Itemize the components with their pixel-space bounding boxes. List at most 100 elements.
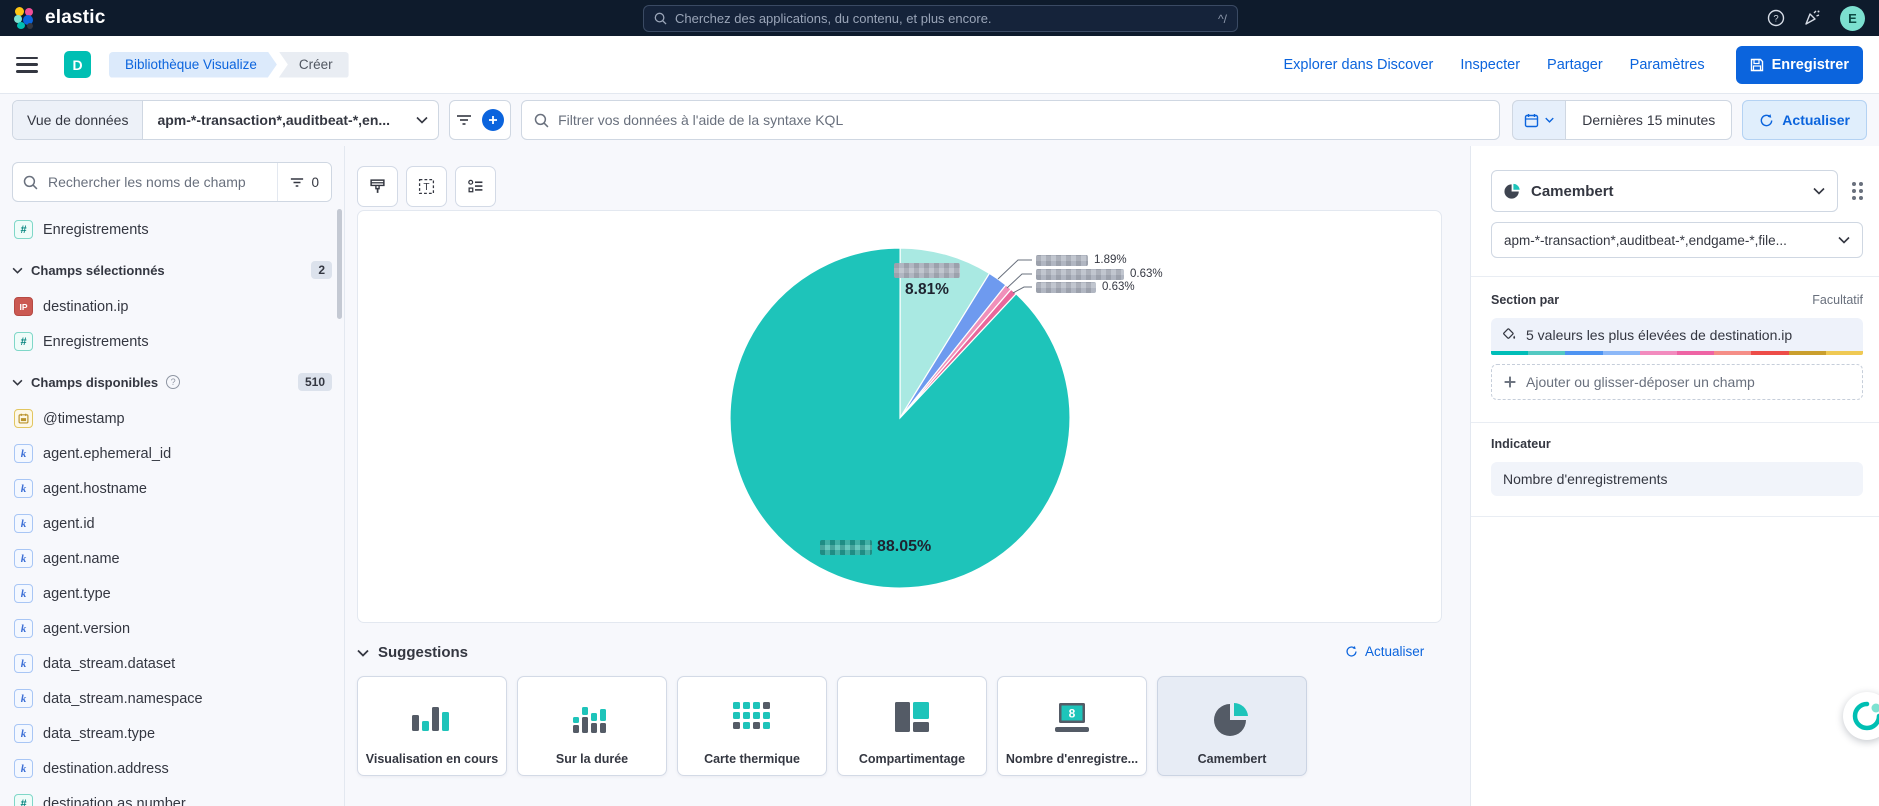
svg-text:8: 8	[1069, 707, 1076, 721]
help-icon[interactable]: ?	[1767, 9, 1785, 27]
field-item-destination.address[interactable]: kdestination.address	[12, 751, 332, 786]
number-field-icon: #	[14, 220, 33, 239]
pie-callout-1: 1.89%	[1036, 254, 1127, 266]
suggestion-cards: Visualisation en cours Sur la durée Cart…	[357, 676, 1307, 776]
keyword-field-icon: k	[14, 549, 33, 568]
suggestion-heatmap[interactable]: Carte thermique	[677, 676, 827, 776]
field-item-Enregistrements[interactable]: #Enregistrements	[12, 324, 332, 359]
field-item-agent.version[interactable]: kagent.version	[12, 611, 332, 646]
breadcrumb-visualize-library[interactable]: Bibliothèque Visualize	[109, 52, 277, 78]
breadcrumb: Bibliothèque Visualize Créer	[109, 52, 349, 78]
suggestions-refresh-link[interactable]: Actualiser	[1345, 644, 1424, 659]
breadcrumb-create: Créer	[279, 52, 349, 78]
chart-type-select[interactable]: Camembert	[1491, 170, 1838, 212]
user-avatar[interactable]: E	[1840, 6, 1865, 31]
time-range-button[interactable]: Dernières 15 minutes	[1566, 100, 1732, 140]
suggestion-metric[interactable]: 8 Nombre d'enregistre...	[997, 676, 1147, 776]
field-item-destination.as.number[interactable]: #destination.as.number	[12, 786, 332, 806]
dataview-picker[interactable]: Vue de données apm-*-transaction*,auditb…	[12, 100, 439, 140]
appearance-toolbar-button[interactable]	[357, 166, 398, 207]
dataview-picker-label: Vue de données	[13, 101, 143, 139]
add-field-label: Ajouter ou glisser-déposer un champ	[1526, 374, 1755, 390]
menu-icon[interactable]	[16, 57, 38, 73]
dimension-chip-group: 5 valeurs les plus élevées de destinatio…	[1491, 318, 1863, 355]
dataview-picker-value: apm-*-transaction*,auditbeat-*,en...	[157, 112, 390, 128]
redacted-ip-label	[1036, 269, 1124, 280]
field-item-destination.ip[interactable]: IPdestination.ip	[12, 289, 332, 324]
field-item-agent.hostname[interactable]: kagent.hostname	[12, 471, 332, 506]
suggestion-current-visualization[interactable]: Visualisation en cours	[357, 676, 507, 776]
refresh-button[interactable]: Actualiser	[1742, 100, 1867, 140]
number-field-icon: #	[14, 332, 33, 351]
settings-link[interactable]: Paramètres	[1630, 57, 1705, 73]
dimension-label: 5 valeurs les plus élevées de destinatio…	[1526, 327, 1792, 343]
search-shortcut-hint: ^/	[1218, 12, 1227, 26]
suggestion-over-time[interactable]: Sur la durée	[517, 676, 667, 776]
elastic-logo-icon	[14, 7, 36, 29]
filter-icon	[290, 177, 304, 188]
chart-type-value: Camembert	[1531, 183, 1803, 200]
field-item-@timestamp[interactable]: @timestamp	[12, 401, 332, 436]
pie-chart-icon	[1504, 183, 1521, 200]
field-item-data_stream.type[interactable]: kdata_stream.type	[12, 716, 332, 751]
refresh-button-label: Actualiser	[1782, 112, 1850, 128]
field-count-badge: 510	[298, 373, 332, 391]
save-button[interactable]: Enregistrer	[1736, 46, 1863, 84]
field-section-Champs disponibles[interactable]: Champs disponibles?510	[12, 363, 332, 401]
add-filter-button[interactable]	[482, 109, 504, 131]
refresh-icon	[1759, 113, 1774, 128]
date-field-icon	[14, 409, 33, 428]
kql-query-input[interactable]	[558, 112, 1487, 128]
dimension-top-values-destination-ip[interactable]: 5 valeurs les plus élevées de destinatio…	[1491, 318, 1863, 351]
filter-icon[interactable]	[456, 114, 472, 126]
save-icon	[1750, 58, 1764, 72]
legend-toolbar-button[interactable]	[455, 166, 496, 207]
field-type-filter-button[interactable]: 0	[277, 163, 331, 201]
suggestions-toggle[interactable]: Suggestions	[357, 644, 468, 661]
metric-count-of-records[interactable]: Nombre d'enregistrements	[1491, 462, 1863, 496]
field-item-agent.name[interactable]: kagent.name	[12, 541, 332, 576]
treemap-icon	[894, 701, 930, 735]
elastic-assistant-icon	[1852, 701, 1879, 731]
app-badge[interactable]: D	[64, 51, 91, 78]
kql-query-input-wrap	[521, 100, 1500, 140]
field-item-agent.type[interactable]: kagent.type	[12, 576, 332, 611]
global-search[interactable]: ^/	[643, 5, 1238, 32]
metric-icon: 8	[1051, 701, 1093, 737]
field-section-Champs sélectionnés[interactable]: Champs sélectionnés2	[12, 251, 332, 289]
field-item-data_stream.dataset[interactable]: kdata_stream.dataset	[12, 646, 332, 681]
redacted-ip-label	[1036, 255, 1088, 266]
layer-actions-icon[interactable]	[1852, 182, 1863, 200]
suggestion-pie[interactable]: Camembert	[1157, 676, 1307, 776]
suggestion-treemap[interactable]: Compartimentage	[837, 676, 987, 776]
field-search-input[interactable]	[44, 174, 277, 190]
chevron-down-icon	[1813, 187, 1825, 195]
newsfeed-icon[interactable]	[1803, 9, 1822, 27]
add-field-drop-target[interactable]: Ajouter ou glisser-déposer un champ	[1491, 364, 1863, 400]
sidebar-scrollbar[interactable]	[337, 209, 342, 319]
keyword-field-icon: k	[14, 689, 33, 708]
share-link[interactable]: Partager	[1547, 57, 1603, 73]
layer-dataview-value: apm-*-transaction*,auditbeat-*,endgame-*…	[1504, 233, 1828, 248]
global-search-input[interactable]	[675, 11, 1210, 26]
pie-slice-4[interactable]	[730, 248, 1070, 588]
explore-in-discover-link[interactable]: Explorer dans Discover	[1283, 57, 1433, 73]
date-picker-button[interactable]	[1512, 100, 1566, 140]
pie-label-slice-1: 88.05%	[820, 538, 931, 556]
field-item-agent.id[interactable]: kagent.id	[12, 506, 332, 541]
redacted-ip-label	[1036, 282, 1096, 293]
time-range-value: Dernières 15 minutes	[1582, 112, 1715, 128]
text-annotation-toolbar-button[interactable]: T	[406, 166, 447, 207]
layer-dataview-select[interactable]: apm-*-transaction*,auditbeat-*,endgame-*…	[1491, 222, 1863, 258]
help-icon: ?	[166, 375, 180, 389]
calendar-icon	[1524, 113, 1539, 128]
inspect-link[interactable]: Inspecter	[1460, 57, 1520, 73]
metric-group-label: Indicateur	[1491, 437, 1551, 451]
query-bar: Vue de données apm-*-transaction*,auditb…	[0, 94, 1879, 146]
elastic-brand[interactable]: elastic	[14, 7, 106, 29]
field-item-data_stream.namespace[interactable]: kdata_stream.namespace	[12, 681, 332, 716]
pie-chart-icon	[1213, 701, 1251, 739]
field-item-agent.ephemeral_id[interactable]: kagent.ephemeral_id	[12, 436, 332, 471]
keyword-field-icon: k	[14, 584, 33, 603]
field-item-Enregistrements[interactable]: #Enregistrements	[12, 212, 332, 247]
